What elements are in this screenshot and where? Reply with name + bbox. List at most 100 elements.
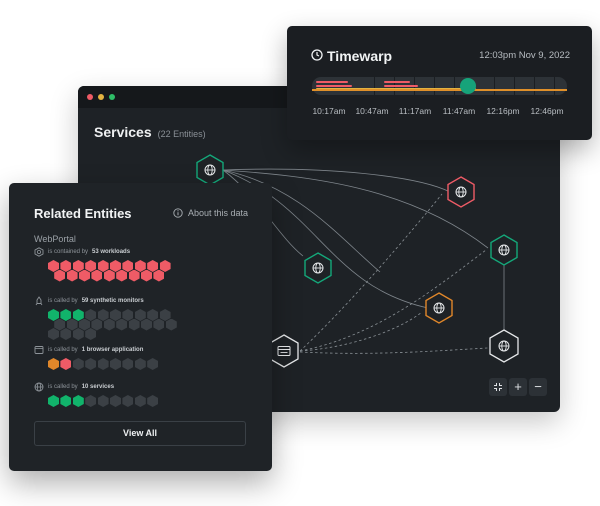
edge-browser-to-bottom (299, 347, 489, 354)
collapse-icon (494, 383, 502, 391)
entity-hex-red[interactable] (85, 260, 97, 272)
entity-hex-gray[interactable] (79, 318, 90, 331)
entity-hex-gray[interactable] (91, 318, 103, 331)
timewarp-tick: 10:17am (312, 106, 346, 116)
entity-hex-gray[interactable] (147, 358, 159, 370)
entity-hex-red[interactable] (116, 269, 128, 282)
entity-hex-red[interactable] (66, 269, 78, 282)
entity-hex-gray[interactable] (110, 395, 121, 407)
relation-row-browser-application[interactable]: is called by 1 browser application (34, 345, 159, 372)
timewarp-alert-segment (316, 85, 352, 87)
about-this-data-link[interactable]: About this data (173, 208, 248, 218)
entity-hex-red[interactable] (141, 269, 152, 282)
entity-hex-gray[interactable] (165, 318, 177, 331)
entity-hex-gray[interactable] (134, 358, 146, 370)
entity-hex-gray[interactable] (103, 318, 115, 331)
entity-hex-red[interactable] (60, 260, 72, 272)
timewarp-tick: 12:16pm (486, 106, 520, 116)
entity-name: WebPortal (34, 234, 76, 244)
entity-hex-red[interactable] (103, 269, 115, 282)
edge-browser-to-green (299, 249, 487, 352)
entity-hex-green[interactable] (72, 395, 84, 407)
entity-hex-gray[interactable] (147, 309, 159, 321)
relation-count: 10 services (81, 384, 115, 390)
entity-hex-gray[interactable] (116, 318, 128, 331)
entity-hex-gray[interactable] (122, 395, 134, 407)
entity-hex-gray[interactable] (48, 328, 59, 340)
browser-icon (34, 346, 44, 354)
relation-row-workloads[interactable]: is contained by 53 workloads (34, 247, 171, 283)
relation-count: 1 browser application (81, 347, 144, 353)
entity-hex-gray[interactable] (110, 309, 121, 321)
entity-hex-green[interactable] (60, 309, 72, 321)
fit-view-button[interactable] (489, 378, 507, 396)
entity-hex-gray[interactable] (85, 395, 97, 407)
entity-hex-gray[interactable] (128, 318, 140, 331)
entity-hex-gray[interactable] (134, 309, 146, 321)
edge-browser-to-orange (299, 311, 423, 352)
entity-hex-gray[interactable] (159, 309, 171, 321)
workloads-hex-grid (48, 260, 171, 283)
entity-hex-green[interactable] (48, 309, 59, 321)
entity-hex-gray[interactable] (153, 318, 165, 331)
entity-hex-red[interactable] (122, 260, 134, 272)
timewarp-alert-segment (384, 85, 418, 87)
timewarp-tick: 11:47am (442, 106, 476, 116)
entity-hex-red[interactable] (153, 269, 165, 282)
relation-count: 59 synthetic monitors (81, 298, 144, 304)
entity-hex-gray[interactable] (110, 358, 121, 370)
view-all-button[interactable]: View All (34, 421, 246, 446)
relation-prefix: is called by (48, 384, 78, 390)
entity-hex-red[interactable] (159, 260, 171, 272)
entity-hex-orange[interactable] (48, 358, 59, 370)
entity-hex-red[interactable] (54, 269, 66, 282)
entity-hex-gray[interactable] (66, 318, 78, 331)
entity-hex-gray[interactable] (72, 358, 84, 370)
entity-hex-gray[interactable] (85, 328, 97, 340)
timewarp-tick: 12:46pm (530, 106, 564, 116)
entity-hex-gray[interactable] (134, 395, 146, 407)
browser-application-hex-grid (48, 358, 159, 372)
entity-hex-gray[interactable] (147, 395, 159, 407)
entity-hex-red[interactable] (72, 260, 84, 272)
timewarp-timeline-track[interactable] (312, 77, 567, 95)
entity-hex-gray[interactable] (85, 309, 97, 321)
timewarp-tick: 11:17am (398, 106, 432, 116)
entity-hex-red[interactable] (97, 260, 109, 272)
entity-hex-red[interactable] (110, 260, 121, 272)
timewarp-panel: Timewarp 12:03pm Nov 9, 2022 10:17am 10:… (287, 26, 592, 140)
entity-hex-green[interactable] (72, 309, 84, 321)
services-hex-grid (48, 395, 159, 409)
timewarp-baseline (312, 89, 567, 91)
entity-hex-red[interactable] (91, 269, 103, 282)
entity-hex-red[interactable] (48, 260, 59, 272)
entity-hex-gray[interactable] (97, 309, 109, 321)
entity-hex-gray[interactable] (60, 328, 72, 340)
entity-hex-green[interactable] (48, 395, 59, 407)
entity-hex-gray[interactable] (72, 328, 84, 340)
entity-hex-red[interactable] (79, 269, 90, 282)
edge-browser-to-red (299, 193, 443, 352)
entity-hex-gray[interactable] (141, 318, 152, 331)
relation-row-services[interactable]: is called by 10 services (34, 382, 159, 409)
entity-hex-gray[interactable] (122, 358, 134, 370)
entity-hex-red[interactable] (134, 260, 146, 272)
synthetic-monitor-icon (35, 296, 43, 306)
clock-icon (311, 49, 323, 61)
timewarp-scrubber-handle[interactable] (460, 78, 476, 94)
entity-hex-red[interactable] (147, 260, 159, 272)
entity-hex-gray[interactable] (85, 358, 97, 370)
entity-hex-red[interactable] (60, 358, 72, 370)
zoom-in-button[interactable]: + (509, 378, 527, 396)
timewarp-alert-segment (316, 81, 348, 83)
entity-hex-gray[interactable] (97, 395, 109, 407)
entity-hex-green[interactable] (60, 395, 72, 407)
entity-hex-gray[interactable] (122, 309, 134, 321)
entity-hex-gray[interactable] (97, 358, 109, 370)
zoom-out-button[interactable]: − (529, 378, 547, 396)
entity-hex-gray[interactable] (54, 318, 66, 331)
relation-count: 53 workloads (92, 249, 131, 255)
timewarp-date: 12:03pm Nov 9, 2022 (479, 50, 570, 61)
entity-hex-red[interactable] (128, 269, 140, 282)
relation-row-synthetic-monitors[interactable]: is called by 59 synthetic monitors (34, 296, 177, 342)
